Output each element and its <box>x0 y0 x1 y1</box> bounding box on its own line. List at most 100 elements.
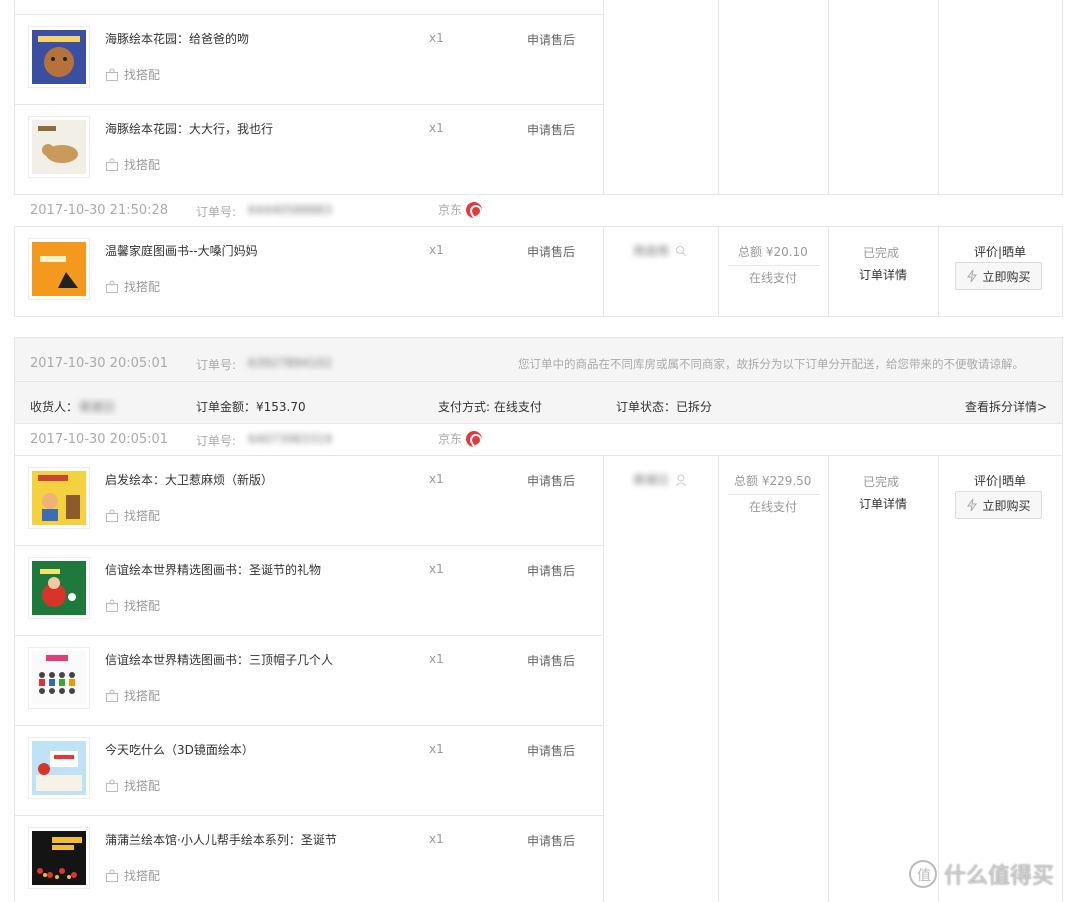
order-total: 总额 ¥229.50 <box>734 474 812 488</box>
product-thumbnail[interactable] <box>28 116 90 178</box>
after-sales-link[interactable]: 申请售后 <box>527 742 575 759</box>
puzzle-icon <box>106 68 118 81</box>
order-number-label: 订单号: <box>196 205 237 219</box>
buy-again-label: 立即购买 <box>982 269 1031 284</box>
order-total: 总额 ¥20.10 <box>738 245 808 259</box>
shop-name: 京东 <box>438 432 463 446</box>
find-match-link[interactable]: 找搭配 <box>105 507 160 524</box>
split-detail-link[interactable]: 查看拆分详情> <box>965 398 1047 415</box>
review-link[interactable]: 评价|晒单 <box>974 472 1026 489</box>
quantity: x1 <box>429 121 444 135</box>
after-sales-link[interactable]: 申请售后 <box>527 31 575 48</box>
payment-method: 在线支付 <box>749 500 798 514</box>
lightning-icon <box>967 269 978 283</box>
find-match-link[interactable]: 找搭配 <box>105 597 160 614</box>
product-thumbnail[interactable] <box>28 827 90 889</box>
find-match-label: 找搭配 <box>124 280 161 294</box>
puzzle-icon <box>106 779 118 792</box>
product-name-link[interactable]: 海豚绘本花园：给爸爸的吻 <box>105 30 249 47</box>
product-name-link[interactable]: 温馨家庭图画书--大嗓门妈妈 <box>105 242 258 259</box>
user-icon <box>675 474 687 486</box>
order-number[interactable]: 64440588883 <box>248 203 332 217</box>
watermark-logo-icon: 值 <box>909 860 937 888</box>
buy-again-button[interactable]: 立即购买 <box>955 491 1042 519</box>
puzzle-icon <box>106 689 118 702</box>
quantity: x1 <box>429 652 444 666</box>
consignee-label: 收货人： <box>30 400 79 414</box>
quantity: x1 <box>429 562 444 576</box>
order-time: 2017-10-30 20:05:01 <box>30 356 169 371</box>
after-sales-link[interactable]: 申请售后 <box>527 121 575 138</box>
order-status: 已完成 <box>863 475 900 489</box>
quantity: x1 <box>429 742 444 756</box>
puzzle-icon <box>106 509 118 522</box>
jd-logo-icon <box>466 201 483 218</box>
user-icon <box>676 245 687 256</box>
consignee-name: 蒋城日 <box>79 400 116 414</box>
product-thumbnail[interactable] <box>28 238 90 300</box>
find-match-link[interactable]: 找搭配 <box>105 777 160 794</box>
product-name-link[interactable]: 信谊绘本世界精选图画书：三顶帽子几个人 <box>105 651 333 668</box>
order-amount: 订单金额：¥153.70 <box>196 400 306 414</box>
order-time: 2017-10-30 20:05:01 <box>30 432 169 447</box>
find-match-link[interactable]: 找搭配 <box>105 66 160 83</box>
buy-again-button[interactable]: 立即购买 <box>955 262 1042 290</box>
shop-link[interactable]: 京东 <box>438 430 483 447</box>
svg-text:值: 值 <box>917 868 931 884</box>
find-match-link[interactable]: 找搭配 <box>105 278 160 295</box>
find-match-label: 找搭配 <box>124 68 161 82</box>
product-name-link[interactable]: 蒲蒲兰绘本馆·小人儿帮手绘本系列：圣诞节 <box>105 831 337 848</box>
consignee-name: 用途用 <box>633 244 670 258</box>
puzzle-icon <box>106 280 118 293</box>
product-thumbnail[interactable] <box>28 26 90 88</box>
watermark: 值 什么值得买 <box>908 858 1054 890</box>
after-sales-link[interactable]: 申请售后 <box>527 472 575 489</box>
quantity: x1 <box>429 243 444 257</box>
consignee[interactable]: 蒋城日 <box>633 471 687 488</box>
product-thumbnail[interactable] <box>28 467 90 529</box>
order-state: 订单状态：已拆分 <box>616 400 713 414</box>
product-name-link[interactable]: 今天吃什么（3D镜面绘本） <box>105 741 254 758</box>
find-match-label: 找搭配 <box>124 509 161 523</box>
buy-again-label: 立即购买 <box>982 498 1031 513</box>
order-number[interactable]: 63927894102 <box>248 356 332 370</box>
order-detail-link[interactable]: 订单详情 <box>859 495 907 512</box>
order-status: 已完成 <box>863 246 900 260</box>
order-number[interactable]: 64073983319 <box>248 432 332 446</box>
product-thumbnail[interactable] <box>28 647 90 709</box>
product-thumbnail[interactable] <box>28 557 90 619</box>
product-thumbnail[interactable] <box>28 737 90 799</box>
find-match-link[interactable]: 找搭配 <box>105 156 160 173</box>
after-sales-link[interactable]: 申请售后 <box>527 562 575 579</box>
review-link[interactable]: 评价|晒单 <box>974 243 1026 260</box>
after-sales-link[interactable]: 申请售后 <box>527 243 575 260</box>
product-name-link[interactable]: 启发绘本：大卫惹麻烦（新版） <box>105 471 273 488</box>
watermark-text: 什么值得买 <box>944 864 1055 889</box>
find-match-label: 找搭配 <box>124 158 161 172</box>
find-match-label: 找搭配 <box>124 779 161 793</box>
after-sales-link[interactable]: 申请售后 <box>527 652 575 669</box>
order-number-label: 订单号: <box>196 434 237 448</box>
quantity: x1 <box>429 832 444 846</box>
payment-method: 在线支付 <box>749 271 798 285</box>
order-detail-link[interactable]: 订单详情 <box>859 266 907 283</box>
puzzle-icon <box>106 869 118 882</box>
puzzle-icon <box>106 599 118 612</box>
product-name-link[interactable]: 信谊绘本世界精选图画书：圣诞节的礼物 <box>105 561 321 578</box>
find-match-link[interactable]: 找搭配 <box>105 687 160 704</box>
payment-method: 支付方式: 在线支付 <box>438 400 542 414</box>
consignee-name: 蒋城日 <box>633 473 670 487</box>
after-sales-link[interactable]: 申请售后 <box>527 832 575 849</box>
puzzle-icon <box>106 158 118 171</box>
split-notice: 您订单中的商品在不同库房或属不同商家，故拆分为以下订单分开配送，给您带来的不便敬… <box>518 357 1024 371</box>
order-time: 2017-10-30 21:50:28 <box>30 203 169 218</box>
consignee[interactable]: 用途用 <box>633 242 687 259</box>
find-match-label: 找搭配 <box>124 689 161 703</box>
jd-logo-icon <box>466 430 483 447</box>
find-match-link[interactable]: 找搭配 <box>105 867 160 884</box>
order-number-label: 订单号: <box>196 358 237 372</box>
shop-link[interactable]: 京东 <box>438 201 483 218</box>
product-name-link[interactable]: 海豚绘本花园：大大行，我也行 <box>105 120 273 137</box>
quantity: x1 <box>429 472 444 486</box>
find-match-label: 找搭配 <box>124 599 161 613</box>
